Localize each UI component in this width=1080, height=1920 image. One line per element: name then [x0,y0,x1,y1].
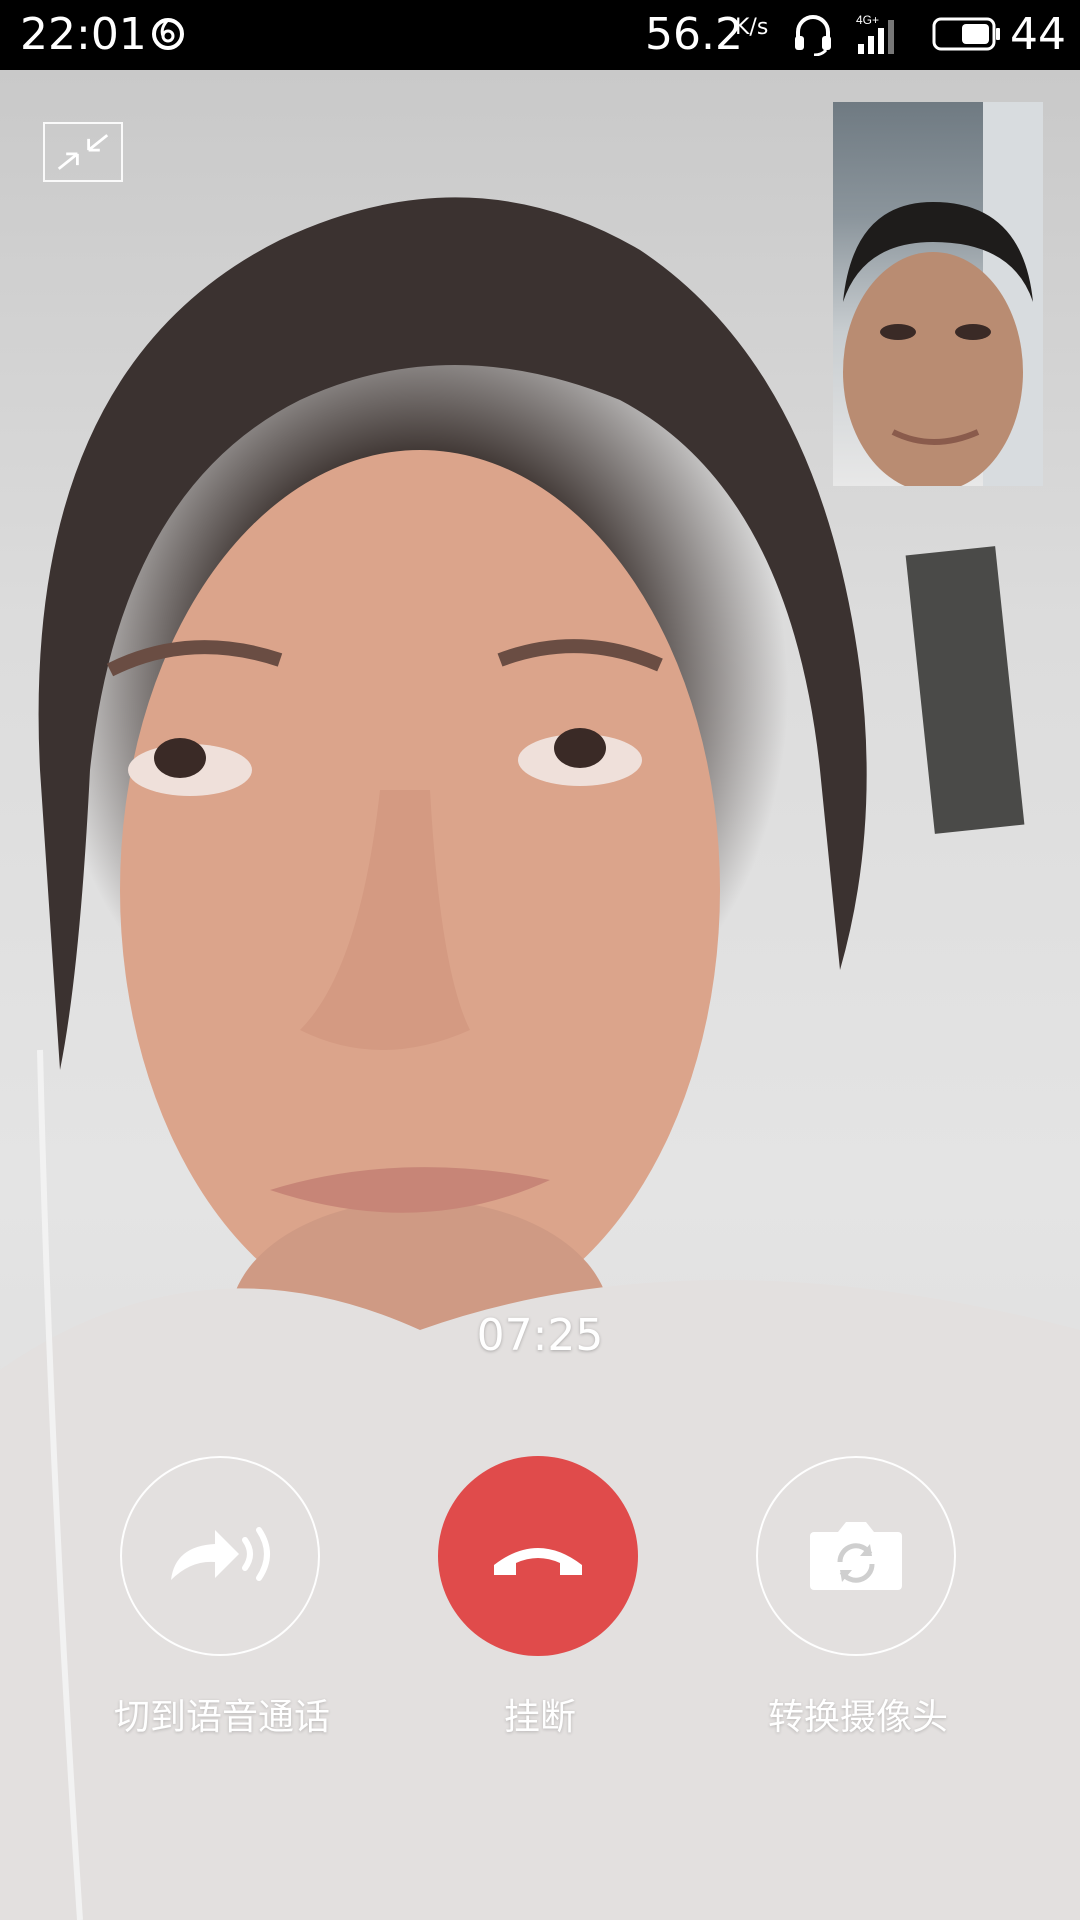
network-speed-unit: K/s [735,15,769,40]
headset-icon [795,15,831,56]
switch-camera-control[interactable]: 转换摄像头 [756,1456,960,1740]
switch-camera-label: 转换摄像头 [767,1697,948,1738]
hangup-control[interactable]: 挂断 [438,1456,642,1740]
hangup-button[interactable] [438,1456,638,1656]
minimize-icon [57,134,109,170]
switch-to-voice-control[interactable]: 切到语音通话 [114,1456,330,1740]
switch-to-voice-label: 切到语音通话 [113,1697,330,1738]
status-time: 22:01 [20,9,147,60]
hangup-icon [494,1548,582,1575]
self-preview-video[interactable] [833,102,1043,486]
hangup-label: 挂断 [503,1697,576,1738]
camera-switch-icon [810,1522,902,1590]
battery-level: 44 [1010,9,1066,60]
switch-camera-button[interactable] [756,1456,956,1656]
call-duration: 07:25 [476,1310,604,1361]
minimize-button[interactable] [43,122,123,182]
network-type-label: 4G+ [856,13,879,27]
data-saver-icon [152,18,184,50]
switch-to-voice-button[interactable] [120,1456,320,1656]
network-speed: 56.2 [645,9,743,60]
signal-icon: 4G+ [856,13,894,54]
video-call-screen: 22:01 56.2 K/s 4G+ 44 07:25 切到语音通话 挂断 转换… [0,0,1080,1920]
status-bar: 22:01 56.2 K/s 4G+ 44 [0,0,1080,70]
self-preview-image [843,102,1043,486]
voice-call-icon [171,1527,270,1581]
battery-icon [932,17,1000,51]
